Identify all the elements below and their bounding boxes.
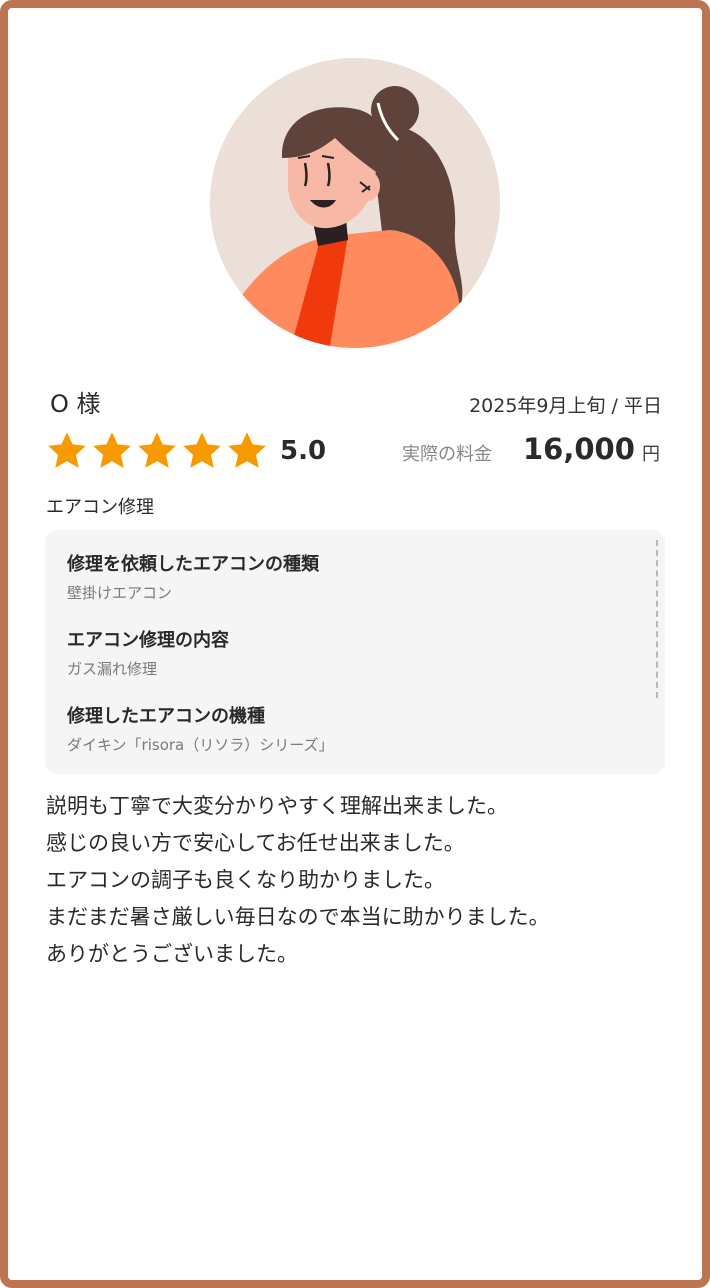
detail-item: 修理したエアコンの機種 ダイキン「risora（リソラ）シリーズ」 — [67, 702, 334, 755]
customer-name: O 様 — [50, 390, 101, 418]
star-icon — [180, 429, 224, 473]
detail-answer: 壁掛けエアコン — [67, 584, 173, 602]
customer-avatar — [210, 58, 500, 348]
review-date: 2025年9月上旬 / 平日 — [469, 395, 662, 417]
price-value: 16,000 — [523, 432, 635, 466]
comment-line: まだまだ暑さ厳しい毎日なので本当に助かりました。 — [46, 905, 550, 929]
service-category: エアコン修理 — [46, 497, 154, 518]
details-panel[interactable]: 修理を依頼したエアコンの種類 壁掛けエアコン エアコン修理の内容 ガス漏れ修理 … — [45, 530, 665, 774]
star-icon — [90, 429, 134, 473]
detail-item: 修理を依頼したエアコンの種類 壁掛けエアコン — [67, 550, 319, 603]
scrollbar[interactable] — [656, 540, 658, 698]
review-card: O 様 2025年9月上旬 / 平日 5.0 実際の料金 16,000 円 エア… — [0, 0, 710, 1288]
star-icon — [135, 429, 179, 473]
detail-question: エアコン修理の内容 — [67, 630, 229, 651]
comment-line: 説明も丁寧で大変分かりやすく理解出来ました。 — [46, 794, 508, 818]
detail-question: 修理したエアコンの機種 — [67, 706, 265, 727]
price-unit: 円 — [642, 444, 660, 465]
review-comment: 説明も丁寧で大変分かりやすく理解出来ました。 感じの良い方で安心してお任せ出来ま… — [46, 788, 686, 973]
star-icon — [225, 429, 269, 473]
detail-question: 修理を依頼したエアコンの種類 — [67, 554, 319, 575]
detail-item: エアコン修理の内容 ガス漏れ修理 — [67, 626, 229, 679]
comment-line: 感じの良い方で安心してお任せ出来ました。 — [46, 831, 465, 855]
comment-line: ありがとうございました。 — [46, 942, 298, 966]
price-label: 実際の料金 — [402, 444, 492, 465]
comment-line: エアコンの調子も良くなり助かりました。 — [46, 868, 445, 892]
detail-answer: ダイキン「risora（リソラ）シリーズ」 — [67, 736, 334, 754]
woman-avatar-illustration — [210, 58, 500, 348]
star-icon — [45, 429, 89, 473]
detail-answer: ガス漏れ修理 — [67, 660, 158, 678]
star-rating — [45, 428, 270, 474]
rating-value: 5.0 — [280, 436, 327, 466]
